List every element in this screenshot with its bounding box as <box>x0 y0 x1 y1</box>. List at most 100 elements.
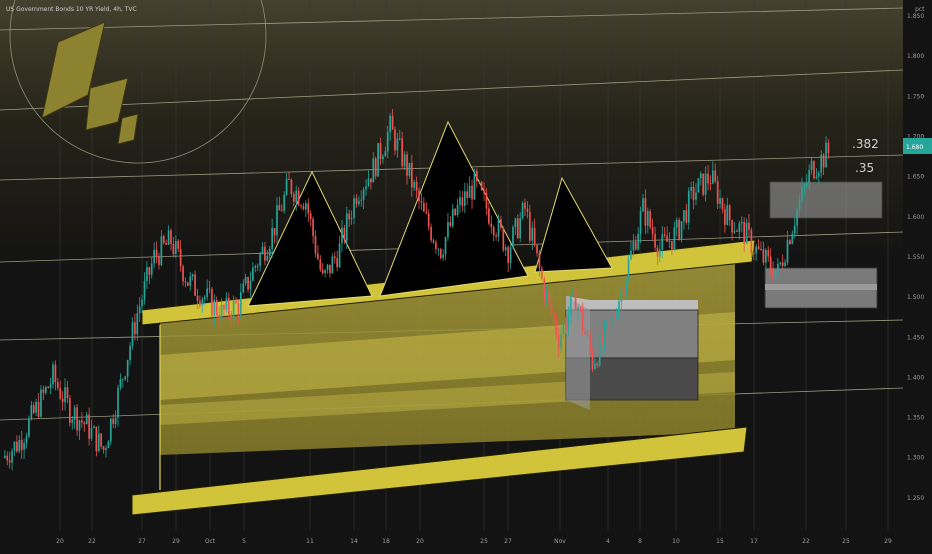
price-unit-label: pct <box>915 6 925 13</box>
candle-body <box>273 228 276 236</box>
candle-body <box>95 426 98 452</box>
candle-body <box>803 185 806 187</box>
candle-body <box>454 208 457 216</box>
candle-body <box>367 178 370 187</box>
candle-body <box>8 460 11 463</box>
candle-body <box>601 334 603 344</box>
candle-body <box>524 202 526 209</box>
candle-body <box>610 316 613 325</box>
candle-body <box>66 387 69 399</box>
candle-body <box>430 226 432 241</box>
candle-body <box>40 389 42 417</box>
chart-area[interactable]: .382 .35 1.850 1.800 1.750 1.700 1.650 1.600 1… <box>0 0 932 550</box>
x-tick-label: 25 <box>480 538 488 545</box>
candle-body <box>112 418 115 424</box>
candle-body <box>85 414 88 425</box>
candle-body <box>201 299 204 306</box>
candle-body <box>256 265 259 267</box>
candle-body <box>350 218 353 220</box>
candle-body <box>695 192 697 200</box>
candle-body <box>625 280 627 295</box>
candle-body <box>557 335 560 349</box>
candle-body <box>25 436 28 444</box>
candle-body <box>786 240 789 263</box>
candle-body <box>680 221 683 240</box>
candle-body <box>594 363 596 369</box>
candle-body <box>533 227 536 246</box>
candle-body <box>165 242 168 245</box>
candle-body <box>468 185 471 198</box>
candle-body <box>189 276 192 286</box>
candle-body <box>586 334 589 336</box>
candle-body <box>581 308 584 331</box>
candle-body <box>675 219 678 228</box>
candle-body <box>372 158 375 183</box>
candle-body <box>30 405 33 419</box>
gray-box <box>565 296 699 410</box>
candle-body <box>28 418 30 437</box>
candle-body <box>194 274 196 296</box>
candle-body <box>148 267 151 275</box>
candle-body <box>516 218 519 239</box>
candle-body <box>179 248 182 267</box>
candle-body <box>259 253 261 266</box>
candle-body <box>519 218 522 239</box>
candle-body <box>512 226 514 248</box>
candle-body <box>423 202 425 212</box>
candle-body <box>596 363 599 366</box>
candle-body <box>478 181 481 183</box>
candle-body <box>18 439 21 452</box>
candle-body <box>697 178 700 193</box>
time-scale[interactable] <box>0 530 903 550</box>
candle-body <box>820 154 823 173</box>
candle-body <box>630 250 632 260</box>
candle-body <box>305 203 307 210</box>
candle-body <box>170 230 172 245</box>
candle-body <box>514 218 517 227</box>
candle-body <box>589 335 591 351</box>
candle-body <box>268 249 271 257</box>
candle-body <box>528 211 531 241</box>
candle-body <box>704 173 707 195</box>
x-tick-label: 20 <box>56 538 64 545</box>
candle-body <box>572 289 575 297</box>
candle-body <box>396 138 399 151</box>
x-tick-label: 20 <box>416 538 424 545</box>
candle-body <box>215 300 218 315</box>
candle-body <box>490 223 493 228</box>
candle-body <box>784 262 786 266</box>
candle-body <box>543 279 546 300</box>
y-tick-label: 1.350 <box>907 415 924 422</box>
x-tick-label: 10 <box>672 538 680 545</box>
candle-body <box>254 266 257 268</box>
candle-body <box>247 277 249 290</box>
candle-body <box>119 379 122 388</box>
candle-body <box>150 263 153 275</box>
y-tick-label: 1.400 <box>907 374 924 381</box>
candle-body <box>377 143 379 177</box>
candle-body <box>389 115 391 133</box>
candle-body <box>155 249 158 257</box>
candle-body <box>394 129 396 151</box>
candle-body <box>449 222 452 226</box>
lower-gray-zone-band <box>765 284 877 290</box>
candle-body <box>184 281 187 283</box>
candle-body <box>740 221 743 224</box>
candle-body <box>102 446 105 451</box>
candle-body <box>699 173 702 179</box>
candle-body <box>825 142 827 168</box>
candle-body <box>90 427 93 439</box>
candle-body <box>663 234 666 236</box>
candle-body <box>471 185 473 200</box>
y-tick-label: 1.750 <box>907 93 924 100</box>
price-scale[interactable] <box>903 0 932 550</box>
candle-body <box>541 268 543 280</box>
x-tick-label: 27 <box>138 538 146 545</box>
candle-body <box>810 161 813 170</box>
candle-body <box>731 220 733 233</box>
candle-body <box>230 314 233 320</box>
candle-body <box>646 211 649 226</box>
candle-body <box>531 227 534 241</box>
current-price-label: 1.680 <box>906 144 923 151</box>
candle-body <box>678 219 680 240</box>
